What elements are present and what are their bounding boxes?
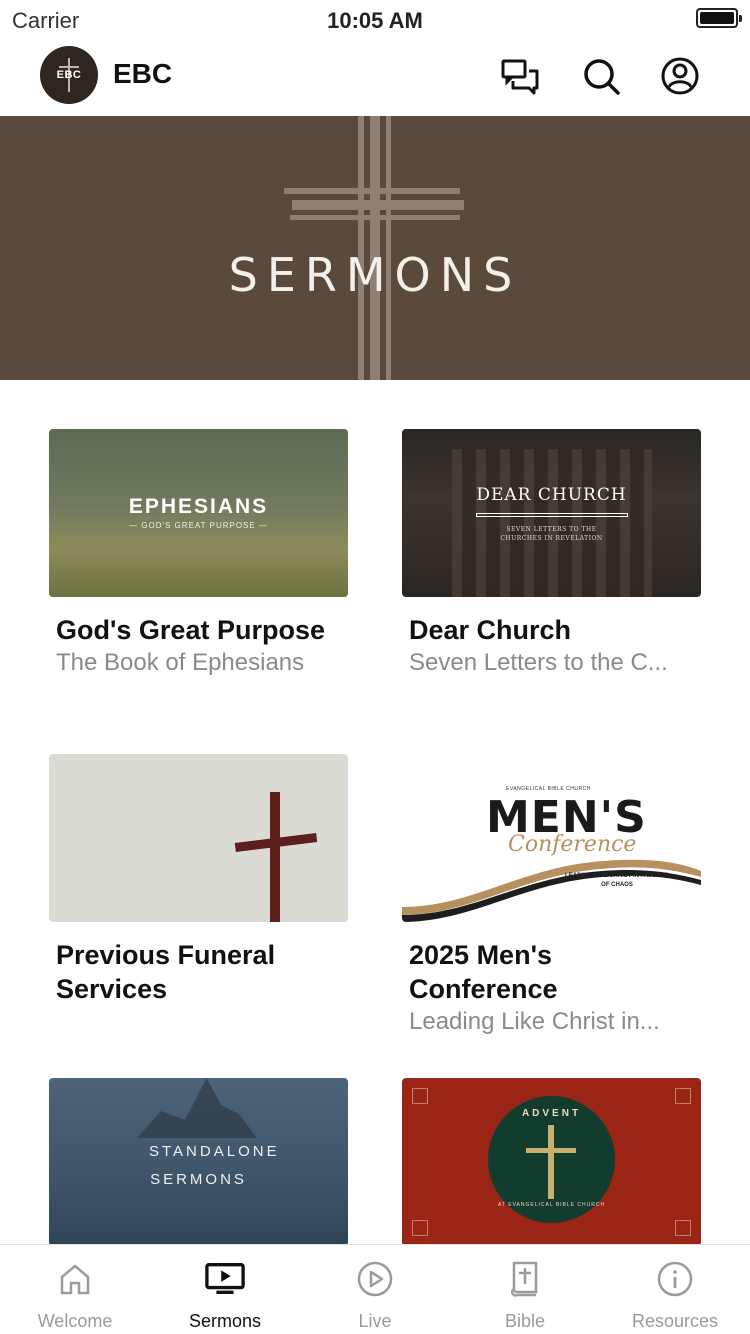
series-card-ephesians[interactable]: EPHESIANS — GOD'S GREAT PURPOSE — God's … [49,429,348,679]
series-card-standalone[interactable]: STANDALONE SERMONS [49,1078,348,1244]
app-title: EBC [113,58,173,89]
series-thumbnail: STANDALONE SERMONS [49,1078,348,1244]
series-subtitle: The Book of Ephesians [56,649,305,676]
bible-icon [505,1259,545,1299]
tab-sermons[interactable]: Sermons [150,1245,300,1334]
clock: 10:05 AM [327,8,423,33]
series-card-mens-conference[interactable]: EVANGELICAL BIBLE CHURCH MEN'S Conferenc… [402,754,701,1038]
series-title: God's Great Purpose [56,615,325,645]
series-subtitle: Leading Like Christ in... [409,1008,660,1035]
tab-label: Bible [504,1311,546,1331]
thumb-subtitle: SEVEN LETTERS TO THE CHURCHES IN REVELAT… [500,526,603,542]
thumb-tagline: LEADING LIKE CHRIST IN A WORLD OF CHAOS [565,873,669,888]
home-icon [55,1259,95,1299]
thumb-ring-text: AT EVANGELICAL BIBLE CHURCH [497,1202,606,1208]
church-logo[interactable]: EBC [40,46,98,104]
sermons-banner: SERMONS [0,116,750,380]
tab-label: Welcome [37,1311,113,1331]
account-icon[interactable] [660,56,700,96]
battery-icon [696,8,742,28]
tab-resources[interactable]: Resources [600,1245,750,1334]
thumb-title: ADVENT [521,1108,582,1119]
thumb-title: STANDALONE SERMONS [149,1143,280,1188]
thumb-subtitle: — GOD'S GREAT PURPOSE — [129,521,268,530]
series-grid: EPHESIANS — GOD'S GREAT PURPOSE — God's … [0,380,750,1244]
thumb-title: DEAR CHURCH [476,485,627,505]
tab-label: Live [358,1311,392,1331]
series-thumbnail: EVANGELICAL BIBLE CHURCH MEN'S Conferenc… [402,754,701,922]
thumb-title: EPHESIANS [128,495,269,518]
status-bar: Carrier 10:05 AM [0,0,750,36]
tab-label: Resources [631,1311,719,1331]
search-icon[interactable] [581,56,621,96]
series-thumbnail: DEAR CHURCH SEVEN LETTERS TO THE CHURCHE… [402,429,701,597]
series-thumbnail: ADVENT AT EVANGELICAL BIBLE CHURCH [402,1078,701,1244]
series-thumbnail: EPHESIANS — GOD'S GREAT PURPOSE — [49,429,348,597]
banner-title: SERMONS [228,248,522,302]
tab-bible[interactable]: Bible [450,1245,600,1334]
chat-icon[interactable] [500,56,540,96]
play-circle-icon [355,1259,395,1299]
logo-text: EBC [56,69,82,81]
series-card-dear-church[interactable]: DEAR CHURCH SEVEN LETTERS TO THE CHURCHE… [402,429,701,679]
series-thumbnail [49,754,348,922]
tv-play-icon [205,1259,245,1299]
series-title: Dear Church [409,615,572,645]
info-icon [655,1259,695,1299]
tab-welcome[interactable]: Welcome [0,1245,150,1334]
series-card-advent[interactable]: ADVENT AT EVANGELICAL BIBLE CHURCH [402,1078,701,1244]
bottom-tab-bar: Welcome Sermons Live Bible Resources [0,1244,750,1334]
series-subtitle: Seven Letters to the C... [409,649,668,676]
series-title: Previous Funeral Services [56,940,276,1004]
series-card-funeral[interactable]: Previous Funeral Services [49,754,348,1006]
tab-label: Sermons [188,1311,262,1331]
tab-live[interactable]: Live [300,1245,450,1334]
series-title: 2025 Men's Conference [409,940,558,1004]
app-header: EBC EBC [0,36,750,116]
